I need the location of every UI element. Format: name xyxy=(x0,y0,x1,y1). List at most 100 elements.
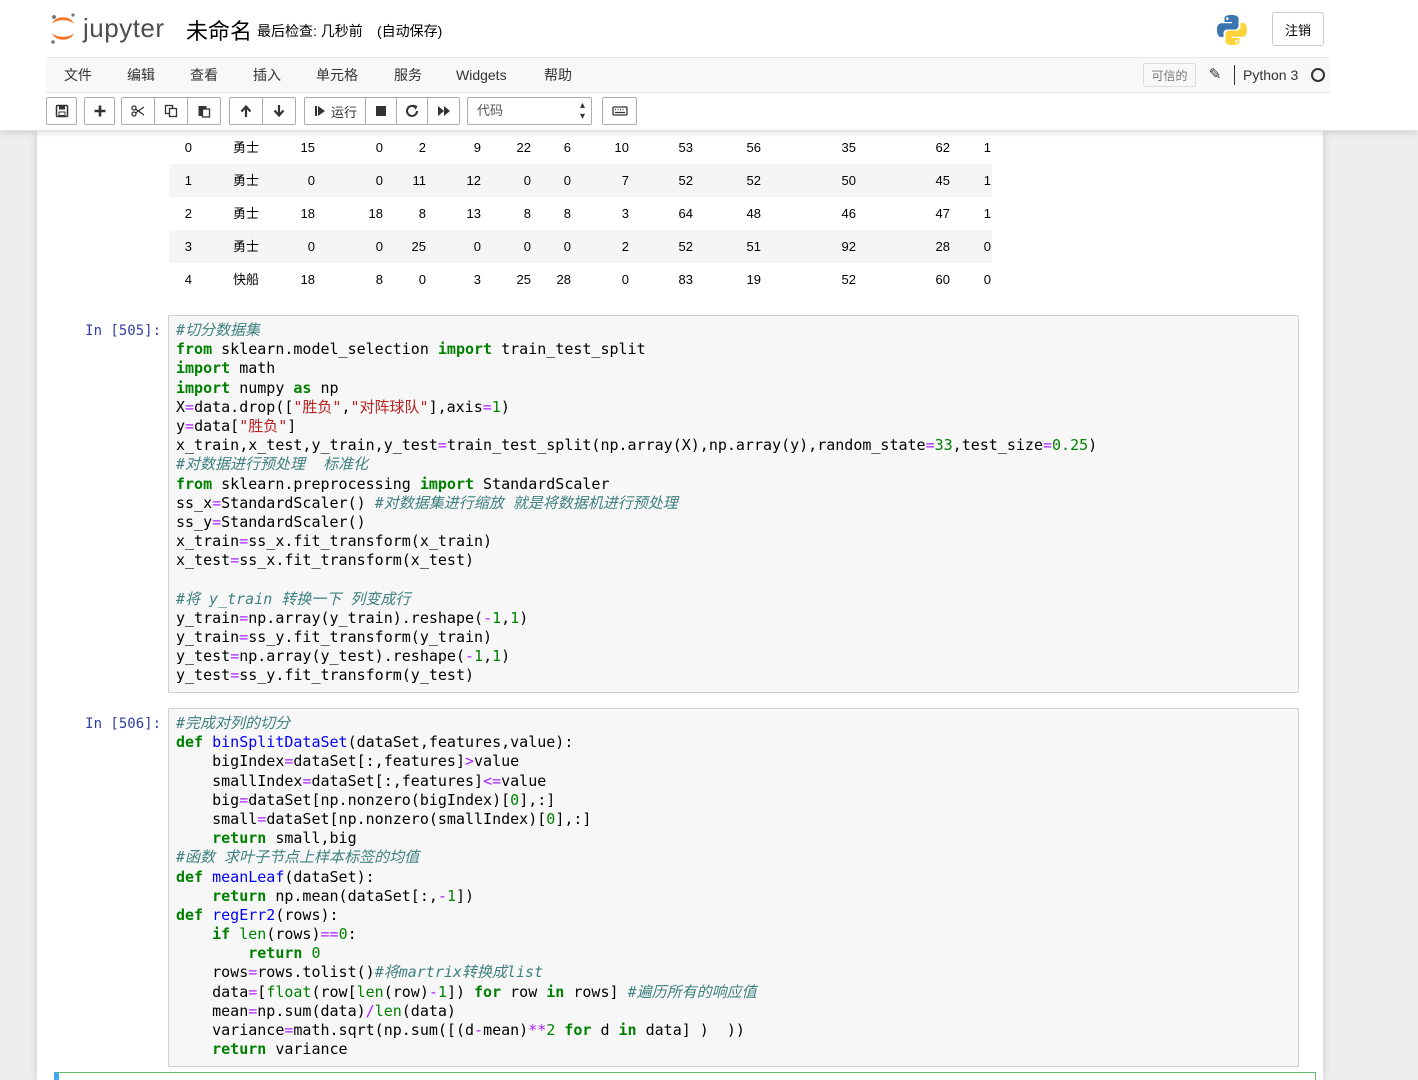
code-line[interactable]: return small,big xyxy=(176,829,757,848)
code-line[interactable]: big=dataSet[np.nonzero(bigIndex)[0],:] xyxy=(176,791,757,810)
code-line[interactable]: import numpy as np xyxy=(176,379,1097,398)
code-line[interactable]: small=dataSet[np.nonzero(smallIndex)[0],… xyxy=(176,810,757,829)
code-line[interactable]: x_train=ss_x.fit_transform(x_train) xyxy=(176,532,1097,551)
table-cell: 6 xyxy=(563,140,571,155)
code-line[interactable]: #将 y_train 转换一下 列变成行 xyxy=(176,590,1097,609)
table-cell: 1 xyxy=(983,173,991,188)
interrupt-button[interactable] xyxy=(365,97,397,125)
kernel-idle-icon xyxy=(1311,68,1325,82)
table-cell: 勇士 xyxy=(232,206,259,221)
code-line[interactable]: variance=math.sqrt(np.sum([(d-mean)**2 f… xyxy=(176,1021,757,1040)
code-text[interactable]: #完成对列的切分 def binSplitDataSet(dataSet,feat… xyxy=(176,714,757,1059)
menu-view[interactable]: 查看 xyxy=(190,58,218,92)
code-input-area[interactable]: #切分数据集 from sklearn.model_selection impor… xyxy=(168,315,1299,693)
code-line[interactable]: y_train=np.array(y_train).reshape(-1,1) xyxy=(176,609,1097,628)
paste-icon xyxy=(198,106,211,118)
code-line[interactable]: return np.mean(dataSet[:,-1]) xyxy=(176,887,757,906)
row-index: 3 xyxy=(184,239,192,254)
table-cell: 0 xyxy=(375,140,383,155)
notebook-name[interactable]: 未命名 xyxy=(186,14,252,46)
code-line[interactable]: if len(rows)==0: xyxy=(176,925,757,944)
code-line[interactable]: ​ xyxy=(176,570,1097,589)
scissors-icon xyxy=(131,105,145,117)
logout-button[interactable]: 注销 xyxy=(1272,12,1324,46)
code-line[interactable]: from sklearn.preprocessing import Standa… xyxy=(176,475,1097,494)
restart-button[interactable] xyxy=(396,97,428,125)
move-down-button[interactable] xyxy=(262,97,296,125)
copy-button[interactable] xyxy=(154,97,188,125)
code-line[interactable]: data=[float(row[len(row)-1]) for row in … xyxy=(176,983,757,1002)
code-line[interactable]: ss_x=StandardScaler() #对数据集进行缩放 就是将数据机进行… xyxy=(176,494,1097,513)
move-up-button[interactable] xyxy=(229,97,263,125)
code-line[interactable]: X=data.drop(["胜负","对阵球队"],axis=1) xyxy=(176,398,1097,417)
code-line[interactable]: def binSplitDataSet(dataSet,features,val… xyxy=(176,733,757,752)
table-cell: 50 xyxy=(841,173,856,188)
table-cell: 18 xyxy=(368,206,383,221)
menu-insert[interactable]: 插入 xyxy=(253,58,281,92)
paste-button[interactable] xyxy=(187,97,221,125)
menu-cell[interactable]: 单元格 xyxy=(316,58,358,92)
menu-edit[interactable]: 编辑 xyxy=(127,58,155,92)
table-cell: 1 xyxy=(983,206,991,221)
menu-help[interactable]: 帮助 xyxy=(544,58,572,92)
code-input-area[interactable]: #完成对列的切分 def binSplitDataSet(dataSet,feat… xyxy=(168,708,1299,1067)
code-line[interactable]: return variance xyxy=(176,1040,757,1059)
code-line[interactable]: from sklearn.model_selection import trai… xyxy=(176,340,1097,359)
code-line[interactable]: #对数据进行预处理 标准化 xyxy=(176,455,1097,474)
table-cell: 0 xyxy=(375,239,383,254)
table-cell: 勇士 xyxy=(232,140,259,155)
run-button[interactable]: 运行 xyxy=(304,97,366,125)
selected-code-cell[interactable] xyxy=(54,1072,1316,1080)
save-button[interactable] xyxy=(46,97,77,125)
refresh-icon xyxy=(406,104,418,117)
code-line[interactable]: def meanLeaf(dataSet): xyxy=(176,868,757,887)
code-text[interactable]: #切分数据集 from sklearn.model_selection impor… xyxy=(176,321,1097,686)
table-cell: 0 xyxy=(418,272,426,287)
table-cell: 0 xyxy=(307,239,315,254)
pencil-icon[interactable]: ✎ xyxy=(1206,66,1224,84)
restart-run-all-button[interactable] xyxy=(427,97,460,125)
top-bar: jupyter 未命名 最后检查: 几秒前 (自动保存) 注销 xyxy=(0,0,1418,56)
notebook-container: 0 勇士 15 0 2 9 22 6 10 53 56 35 62 1 1 勇士 0 0 11 12 0 0 7 52 52 50… xyxy=(37,131,1323,1080)
logo-text: jupyter xyxy=(83,12,165,43)
code-line[interactable]: return 0 xyxy=(176,944,757,963)
table-cell: 56 xyxy=(746,140,761,155)
menu-kernel[interactable]: 服务 xyxy=(394,58,422,92)
trusted-indicator[interactable]: 可信的 xyxy=(1143,63,1196,87)
code-line[interactable]: y_train=ss_y.fit_transform(y_train) xyxy=(176,628,1097,647)
table-cell: 18 xyxy=(300,206,315,221)
menu-file[interactable]: 文件 xyxy=(64,58,92,92)
code-line[interactable]: ss_y=StandardScaler() xyxy=(176,513,1097,532)
code-line[interactable]: rows=rows.tolist()#将martrix转换成list xyxy=(176,963,757,982)
table-cell: 35 xyxy=(841,140,856,155)
code-line[interactable]: x_test=ss_x.fit_transform(x_test) xyxy=(176,551,1097,570)
code-line[interactable]: bigIndex=dataSet[:,features]>value xyxy=(176,752,757,771)
code-line[interactable]: y_test=np.array(y_test).reshape(-1,1) xyxy=(176,647,1097,666)
python-logo-icon xyxy=(1217,15,1247,45)
cut-button[interactable] xyxy=(121,97,155,125)
code-line[interactable]: mean=np.sum(data)/len(data) xyxy=(176,1002,757,1021)
code-line[interactable]: #函数 求叶子节点上样本标签的均值 xyxy=(176,848,757,867)
table-cell: 92 xyxy=(841,239,856,254)
table-cell: 52 xyxy=(746,173,761,188)
floppy-disk-icon xyxy=(55,104,68,118)
code-line[interactable]: y_test=ss_y.fit_transform(y_test) xyxy=(176,666,1097,685)
code-line[interactable]: x_train,x_test,y_train,y_test=train_test… xyxy=(176,436,1097,455)
command-palette-button[interactable] xyxy=(602,97,637,125)
code-line[interactable]: #切分数据集 xyxy=(176,321,1097,340)
table-cell: 0 xyxy=(563,239,571,254)
row-index: 1 xyxy=(184,173,192,188)
code-line[interactable]: y=data["胜负"] xyxy=(176,417,1097,436)
cell-type-select[interactable]: 代码 ▴ ▾ xyxy=(467,97,592,125)
insert-cell-button[interactable] xyxy=(84,97,115,125)
code-line[interactable]: def regErr2(rows): xyxy=(176,906,757,925)
table-cell: 0 xyxy=(563,173,571,188)
menu-widgets[interactable]: Widgets xyxy=(456,58,507,92)
code-line[interactable]: smallIndex=dataSet[:,features]<=value xyxy=(176,772,757,791)
code-line[interactable]: import math xyxy=(176,359,1097,378)
table-cell: 25 xyxy=(411,239,426,254)
code-line[interactable]: #完成对列的切分 xyxy=(176,714,757,733)
jupyter-logo[interactable]: jupyter xyxy=(48,10,165,46)
step-forward-icon xyxy=(314,106,325,116)
cell-prompt: In [505]: xyxy=(85,323,161,339)
